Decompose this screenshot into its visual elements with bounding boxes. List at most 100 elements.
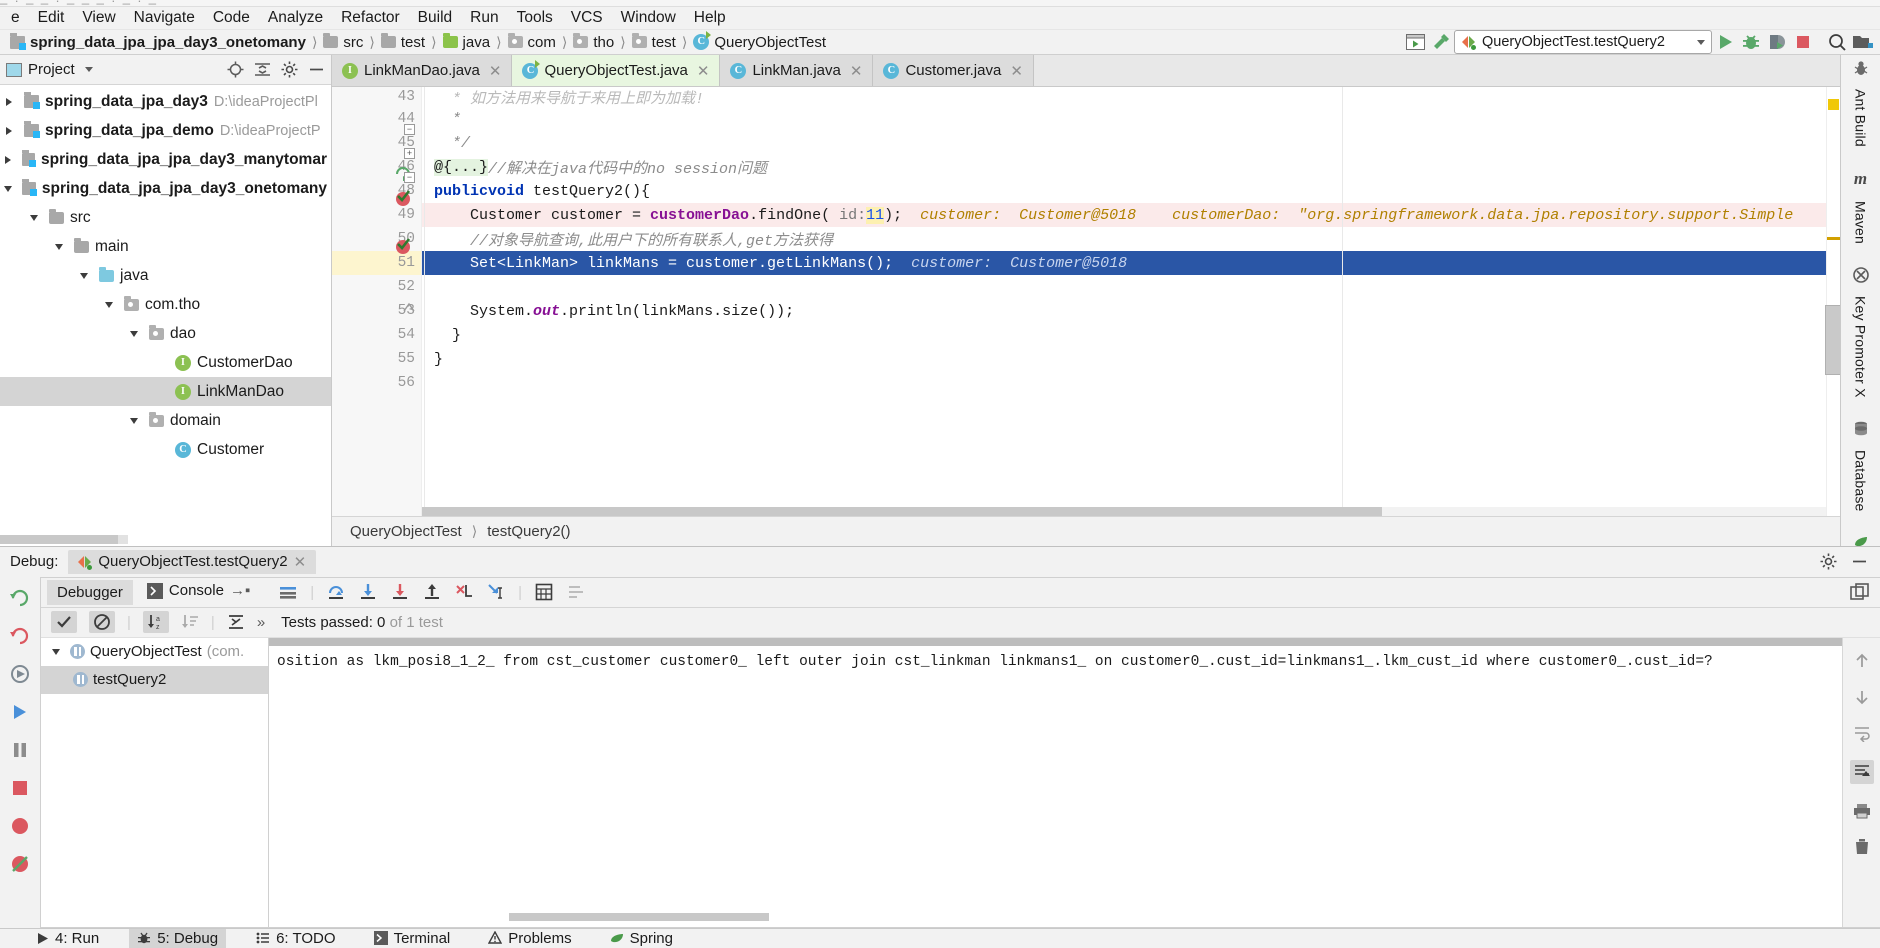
pause-program-icon[interactable] [9, 739, 31, 761]
project-tree-hscrollbar[interactable] [0, 534, 128, 544]
tab-debugger[interactable]: Debugger [47, 579, 133, 605]
close-icon[interactable]: ✕ [850, 62, 863, 80]
run-with-coverage-button[interactable] [1764, 30, 1790, 54]
show-passed-tests-icon[interactable] [51, 611, 77, 634]
close-icon[interactable]: ✕ [489, 62, 502, 80]
breadcrumb-method[interactable]: testQuery2() [487, 523, 570, 540]
search-everywhere-button[interactable] [1824, 30, 1850, 54]
clear-all-icon[interactable] [1853, 838, 1871, 856]
chevron-down-icon[interactable] [47, 649, 65, 655]
console-top-scrollbar[interactable] [269, 637, 1842, 646]
locate-icon[interactable] [227, 61, 244, 78]
chevron-down-icon[interactable] [125, 331, 143, 337]
pin-tab-icon[interactable]: →▪ [230, 582, 250, 599]
settings-layout-icon[interactable] [566, 582, 586, 602]
menu-item-analyze[interactable]: Analyze [259, 7, 332, 29]
status-button-terminal[interactable]: Terminal [366, 929, 459, 948]
drop-frame-icon[interactable] [454, 582, 474, 602]
close-icon[interactable]: ✕ [1010, 62, 1023, 80]
chevron-down-icon[interactable] [84, 67, 93, 73]
editor-tab-queryobjecttest[interactable]: C QueryObjectTest.java ✕ [512, 55, 721, 87]
menu-item-code[interactable]: Code [204, 7, 259, 29]
breadcrumb-item-tho[interactable]: tho [569, 33, 618, 51]
fold-expand-icon[interactable]: + [404, 148, 415, 160]
tree-item-java[interactable]: java [0, 261, 331, 290]
fold-collapse-icon[interactable]: − [404, 124, 415, 136]
step-into-icon[interactable] [358, 582, 378, 602]
status-button-spring[interactable]: Spring [602, 929, 681, 948]
breadcrumb-item-test[interactable]: test [377, 33, 429, 51]
right-bar-item-database[interactable]: Database [1852, 420, 1870, 518]
breadcrumb-item-src[interactable]: src [319, 33, 367, 51]
show-execution-point-icon[interactable] [278, 582, 298, 602]
menu-item-view[interactable]: View [73, 7, 124, 29]
print-icon[interactable] [1853, 802, 1871, 820]
view-breakpoints-icon[interactable] [9, 815, 31, 837]
breakpoint-verified-icon[interactable] [394, 237, 412, 255]
tree-item-customer-dao[interactable]: I CustomerDao [0, 348, 331, 377]
sort-alphabetically-icon[interactable]: az [142, 611, 169, 634]
breakpoint-verified-icon[interactable] [394, 189, 412, 207]
stop-button[interactable] [1790, 30, 1816, 54]
restore-layout-icon[interactable] [1850, 583, 1880, 601]
menu-item-vcs[interactable]: VCS [562, 7, 612, 29]
annotation-folded[interactable]: @{...} [434, 158, 489, 176]
run-console-button[interactable] [1402, 30, 1428, 54]
menu-item-refactor[interactable]: Refactor [332, 7, 409, 29]
evaluate-expression-icon[interactable] [534, 582, 554, 602]
build-hammer-button[interactable] [1428, 30, 1454, 54]
code-content[interactable]: * 如方法用来导航于来用上即为加载! * */ @{...}//解决在java代… [422, 87, 1826, 516]
chevron-down-icon[interactable] [25, 215, 43, 221]
close-icon[interactable]: ✕ [294, 553, 307, 571]
chevron-down-icon[interactable] [50, 244, 68, 250]
tree-item-dao[interactable]: dao [0, 319, 331, 348]
run-configuration-selector[interactable]: QueryObjectTest.testQuery2 [1454, 30, 1712, 55]
chevron-down-icon[interactable] [100, 302, 118, 308]
project-structure-button[interactable] [1850, 30, 1876, 54]
tree-item-customer[interactable]: C Customer [0, 435, 331, 464]
breadcrumb-item-com[interactable]: com [504, 33, 560, 51]
tree-item-spring-data-jpa-manytomany[interactable]: spring_data_jpa_jpa_day3_manytomar [0, 145, 331, 174]
tree-item-spring-data-jpa-day3[interactable]: spring_data_jpa_day3 D:\ideaProjectPl [0, 87, 331, 116]
chevron-down-icon[interactable] [125, 418, 143, 424]
status-button-run[interactable]: 4: Run [28, 929, 107, 948]
editor-tab-customer[interactable]: C Customer.java ✕ [873, 55, 1034, 87]
resume-program-icon[interactable] [9, 663, 31, 685]
step-out-icon[interactable] [422, 582, 442, 602]
scrollbar-thumb[interactable] [422, 506, 1382, 516]
test-tree[interactable]: QueryObjectTest (com. testQuery2 [41, 637, 269, 927]
fold-end-icon[interactable] [402, 301, 416, 313]
tree-item-main[interactable]: main [0, 232, 331, 261]
menu-item-edit[interactable]: Edit [29, 7, 74, 29]
right-bar-item-key-promoter[interactable]: Key Promoter X [1852, 266, 1870, 404]
rerun-failed-tests-icon[interactable] [9, 625, 31, 647]
tree-item-linkman-dao[interactable]: I LinkManDao [0, 377, 331, 407]
chevron-right-icon[interactable] [0, 98, 18, 106]
hide-icon[interactable] [308, 61, 325, 78]
right-bar-item-ant[interactable]: Ant Build [1852, 59, 1870, 153]
breadcrumb-item-testpkg[interactable]: test [628, 33, 680, 51]
breadcrumb-item-java[interactable]: java [439, 33, 495, 51]
right-bar-item-maven[interactable]: m Maven [1853, 169, 1869, 250]
console-hscrollbar-thumb[interactable] [509, 912, 769, 921]
tree-item-spring-data-jpa-demo[interactable]: spring_data_jpa_demo D:\ideaProjectP [0, 116, 331, 145]
editor-gutter[interactable]: 43 44 45 46 48 49 50 51 52 53 54 55 56 −… [332, 87, 422, 516]
close-icon[interactable]: ✕ [697, 62, 710, 80]
show-ignored-tests-icon[interactable] [89, 611, 115, 634]
breadcrumb-class[interactable]: QueryObjectTest [350, 523, 462, 540]
status-button-todo[interactable]: 6: TODO [248, 929, 343, 948]
settings-gear-icon[interactable] [1820, 553, 1837, 570]
stop-icon[interactable] [9, 777, 31, 799]
chevron-down-icon[interactable] [0, 186, 16, 192]
expand-collapse-icon[interactable] [227, 613, 245, 631]
menu-item-window[interactable]: Window [612, 7, 685, 29]
warning-marker[interactable] [1828, 99, 1839, 111]
menu-item-build[interactable]: Build [409, 7, 461, 29]
console-output[interactable]: osition as lkm_posi8_1_2_ from cst_custo… [269, 637, 1842, 927]
rerun-icon[interactable] [9, 587, 31, 609]
tree-item-com-tho[interactable]: com.tho [0, 290, 331, 319]
scrollbar-thumb[interactable] [0, 534, 118, 544]
soft-wrap-icon[interactable] [1853, 724, 1871, 742]
breadcrumb-item-module[interactable]: spring_data_jpa_jpa_day3_onetomany [6, 32, 310, 51]
status-button-problems[interactable]: Problems [480, 929, 579, 948]
